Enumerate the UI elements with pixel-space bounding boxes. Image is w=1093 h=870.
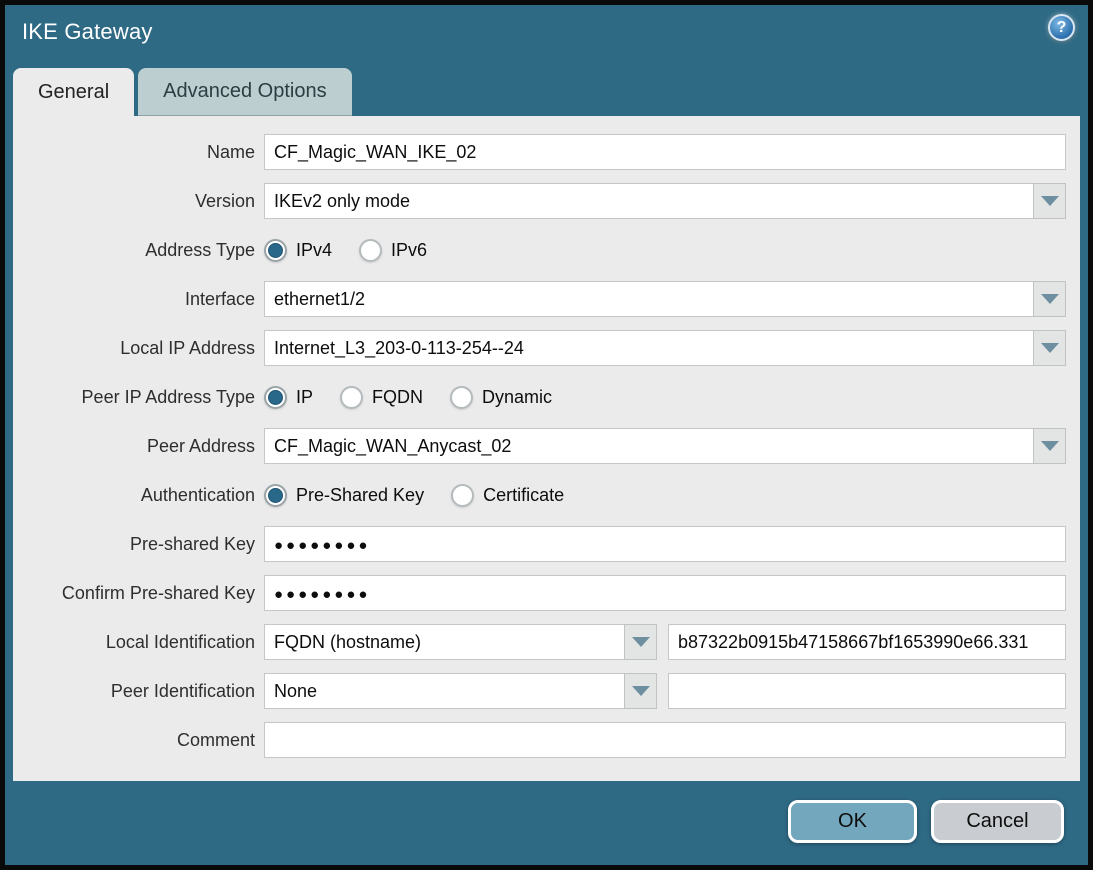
authentication-label: Authentication — [13, 485, 264, 506]
local-ip-dropdown-button[interactable] — [1033, 330, 1066, 366]
cancel-button[interactable]: Cancel — [931, 800, 1064, 843]
dialog-title: IKE Gateway — [22, 19, 153, 45]
chevron-down-icon — [632, 637, 650, 647]
local-ip-select[interactable] — [264, 330, 1033, 366]
radio-ipv4-label[interactable]: IPv4 — [296, 240, 332, 261]
general-tab-panel: Name Version Address Type IPv4 — [13, 116, 1080, 781]
dialog-titlebar: IKE Gateway ? — [5, 5, 1088, 68]
form-row-peer-type: Peer IP Address Type IP FQDN Dynamic — [13, 379, 1080, 415]
local-id-label: Local Identification — [13, 632, 264, 653]
peer-address-dropdown-button[interactable] — [1033, 428, 1066, 464]
form-row-authentication: Authentication Pre-Shared Key Certificat… — [13, 477, 1080, 513]
psk-input[interactable] — [264, 526, 1066, 562]
tab-advanced-options-label: Advanced Options — [163, 80, 326, 103]
radio-peer-dynamic[interactable] — [450, 386, 473, 409]
radio-peer-ip[interactable] — [264, 386, 287, 409]
tab-bar: General Advanced Options — [13, 68, 1088, 116]
local-id-dropdown-button[interactable] — [624, 624, 657, 660]
help-icon[interactable]: ? — [1048, 14, 1075, 41]
psk-confirm-input[interactable] — [264, 575, 1066, 611]
form-row-peer-address: Peer Address — [13, 428, 1080, 464]
local-ip-label: Local IP Address — [13, 338, 264, 359]
version-dropdown-button[interactable] — [1033, 183, 1066, 219]
radio-certificate[interactable] — [451, 484, 474, 507]
radio-pre-shared-key[interactable] — [264, 484, 287, 507]
radio-pre-shared-key-label[interactable]: Pre-Shared Key — [296, 485, 424, 506]
form-row-psk-confirm: Confirm Pre-shared Key — [13, 575, 1080, 611]
chevron-down-icon — [1041, 343, 1059, 353]
peer-id-label: Peer Identification — [13, 681, 264, 702]
tab-general[interactable]: General — [13, 68, 134, 116]
peer-id-value-input[interactable] — [668, 673, 1066, 709]
form-row-peer-id: Peer Identification — [13, 673, 1080, 709]
radio-ipv4[interactable] — [264, 239, 287, 262]
form-row-comment: Comment — [13, 722, 1080, 758]
name-label: Name — [13, 142, 264, 163]
peer-type-label: Peer IP Address Type — [13, 387, 264, 408]
form-row-name: Name — [13, 134, 1080, 170]
interface-select[interactable] — [264, 281, 1033, 317]
form-row-psk: Pre-shared Key — [13, 526, 1080, 562]
ike-gateway-dialog: IKE Gateway ? General Advanced Options N… — [0, 0, 1093, 870]
radio-peer-fqdn[interactable] — [340, 386, 363, 409]
form-row-interface: Interface — [13, 281, 1080, 317]
local-id-type-select[interactable] — [264, 624, 624, 660]
radio-ipv6[interactable] — [359, 239, 382, 262]
version-select[interactable] — [264, 183, 1033, 219]
form-row-local-ip: Local IP Address — [13, 330, 1080, 366]
dialog-footer: OK Cancel — [5, 800, 1064, 843]
comment-input[interactable] — [264, 722, 1066, 758]
form-row-version: Version — [13, 183, 1080, 219]
radio-certificate-label[interactable]: Certificate — [483, 485, 564, 506]
tab-advanced-options[interactable]: Advanced Options — [138, 68, 351, 116]
chevron-down-icon — [632, 686, 650, 696]
name-input[interactable] — [264, 134, 1066, 170]
chevron-down-icon — [1041, 441, 1059, 451]
form-row-local-id: Local Identification — [13, 624, 1080, 660]
chevron-down-icon — [1041, 196, 1059, 206]
chevron-down-icon — [1041, 294, 1059, 304]
radio-peer-dynamic-label[interactable]: Dynamic — [482, 387, 552, 408]
peer-id-dropdown-button[interactable] — [624, 673, 657, 709]
address-type-label: Address Type — [13, 240, 264, 261]
comment-label: Comment — [13, 730, 264, 751]
peer-address-select[interactable] — [264, 428, 1033, 464]
peer-id-type-select[interactable] — [264, 673, 624, 709]
radio-ipv6-label[interactable]: IPv6 — [391, 240, 427, 261]
form-row-address-type: Address Type IPv4 IPv6 — [13, 232, 1080, 268]
psk-label: Pre-shared Key — [13, 534, 264, 555]
local-id-value-input[interactable] — [668, 624, 1066, 660]
tab-general-label: General — [38, 81, 109, 104]
interface-label: Interface — [13, 289, 264, 310]
psk-confirm-label: Confirm Pre-shared Key — [13, 583, 264, 604]
version-label: Version — [13, 191, 264, 212]
radio-peer-fqdn-label[interactable]: FQDN — [372, 387, 423, 408]
radio-peer-ip-label[interactable]: IP — [296, 387, 313, 408]
interface-dropdown-button[interactable] — [1033, 281, 1066, 317]
ok-button[interactable]: OK — [788, 800, 917, 843]
peer-address-label: Peer Address — [13, 436, 264, 457]
